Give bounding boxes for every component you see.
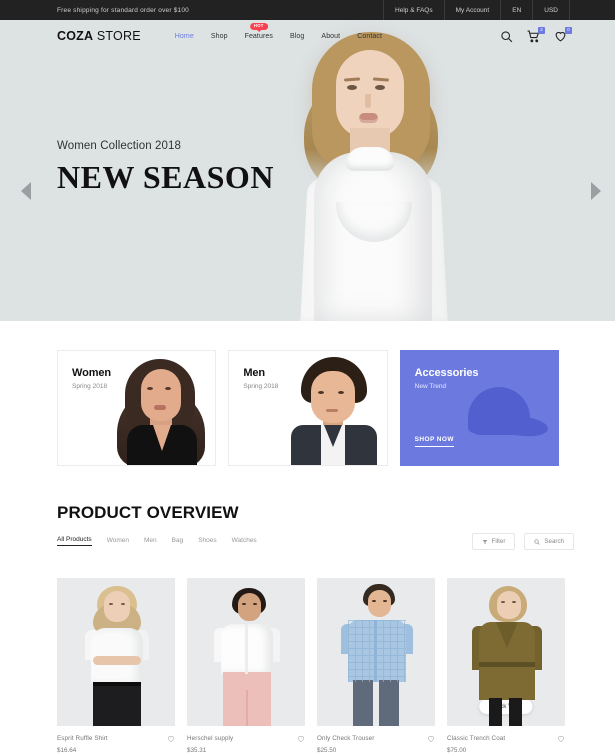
- category-card-men[interactable]: Men Spring 2018: [228, 350, 388, 466]
- product-action-buttons: Filter Search: [471, 533, 574, 550]
- product-name: Esprit Ruffle Shirt: [57, 735, 108, 742]
- product-name: Herschel supply: [187, 735, 234, 742]
- product-price: $16.64: [57, 747, 77, 754]
- filter-button[interactable]: Filter: [471, 533, 516, 550]
- shop-now-link[interactable]: SHOP NOW: [414, 436, 454, 447]
- nav-item-about[interactable]: About: [321, 33, 340, 40]
- quick-view-button[interactable]: Quick View: [479, 699, 533, 714]
- category-men-text: Men Spring 2018: [243, 367, 278, 390]
- product-card[interactable]: Only Check Trouser $25.50: [317, 578, 435, 754]
- product-name: Classic Trench Coat: [447, 735, 506, 742]
- category-card-row: Women Spring 2018 Men Spring 2018 Access…: [57, 350, 559, 466]
- wishlist-count-badge: 0: [565, 26, 572, 34]
- product-model-illustration: [317, 578, 435, 726]
- product-image[interactable]: Quick View: [447, 578, 565, 726]
- product-grid: Esprit Ruffle Shirt $16.64 Herschel supp…: [57, 578, 565, 754]
- product-image[interactable]: [317, 578, 435, 726]
- cart-icon[interactable]: 2: [527, 26, 545, 43]
- category-card-women[interactable]: Women Spring 2018: [57, 350, 217, 466]
- wishlist-heart-icon[interactable]: [297, 735, 305, 743]
- product-image[interactable]: [57, 578, 175, 726]
- topbar-link-help[interactable]: Help & FAQs: [383, 0, 444, 20]
- wishlist-heart-icon[interactable]: [427, 735, 435, 743]
- product-price: $25.50: [317, 747, 337, 754]
- product-info: Herschel supply $35.31: [187, 735, 305, 754]
- category-accessories-name: Accessories: [414, 367, 479, 379]
- filter-tab-shoes[interactable]: Shoes: [198, 537, 216, 546]
- hero-text-block: Women Collection 2018 NEW SEASON: [57, 140, 274, 193]
- main-navigation: Home Shop HOT Features Blog About Contac…: [175, 22, 382, 40]
- wishlist-heart-icon[interactable]: [557, 735, 565, 743]
- category-men-image: [281, 353, 385, 465]
- product-info: Only Check Trouser $25.50: [317, 735, 435, 754]
- filter-button-label: Filter: [491, 538, 506, 545]
- logo-light-text: STORE: [93, 29, 141, 43]
- product-info: Esprit Ruffle Shirt $16.64: [57, 735, 175, 754]
- product-image[interactable]: [187, 578, 305, 726]
- funnel-icon: [482, 539, 488, 545]
- product-card[interactable]: Esprit Ruffle Shirt $16.64: [57, 578, 175, 754]
- product-card[interactable]: Herschel supply $35.31: [187, 578, 305, 754]
- search-icon[interactable]: [500, 30, 513, 43]
- nav-item-contact[interactable]: Contact: [357, 33, 382, 40]
- product-text: Only Check Trouser $25.50: [317, 735, 374, 754]
- search-icon: [534, 538, 541, 545]
- nav-item-features[interactable]: HOT Features: [244, 22, 273, 40]
- category-men-name: Men: [243, 367, 266, 379]
- nav-item-blog[interactable]: Blog: [290, 33, 304, 40]
- product-price: $75.00: [447, 747, 467, 754]
- search-button-label: Search: [544, 538, 564, 545]
- cart-count-badge: 2: [538, 26, 545, 34]
- product-text: Esprit Ruffle Shirt $16.64: [57, 735, 108, 754]
- shipping-notice: Free shipping for standard order over $1…: [57, 6, 189, 14]
- product-info: Classic Trench Coat $75.00: [447, 735, 565, 754]
- product-text: Classic Trench Coat $75.00: [447, 735, 505, 754]
- product-model-illustration: [57, 578, 175, 726]
- category-men-season: Spring 2018: [243, 383, 279, 390]
- category-accessories-subtitle: New Trend: [414, 383, 447, 390]
- site-header: COZA STORE Home Shop HOT Features Blog A…: [0, 20, 615, 52]
- search-button[interactable]: Search: [524, 533, 574, 550]
- category-women-text: Women Spring 2018: [72, 367, 111, 390]
- hero-title: NEW SEASON: [57, 159, 274, 195]
- topbar-link-language[interactable]: EN: [500, 0, 532, 20]
- page-root: Free shipping for standard order over $1…: [0, 0, 615, 756]
- filter-tab-all-products[interactable]: All Products: [57, 536, 92, 546]
- product-name: Only Check Trouser: [317, 735, 375, 742]
- wishlist-heart-icon[interactable]: 0: [554, 26, 572, 43]
- category-women-name: Women: [72, 367, 112, 379]
- filter-tab-men[interactable]: Men: [144, 537, 157, 546]
- hero-model-image: [270, 20, 520, 321]
- top-bar: Free shipping for standard order over $1…: [0, 0, 615, 20]
- hero-subtitle: Women Collection 2018: [57, 140, 181, 152]
- top-bar-links: Help & FAQs My Account EN USD: [383, 0, 615, 20]
- logo-bold-text: COZA: [57, 29, 94, 43]
- site-logo[interactable]: COZA STORE: [0, 29, 141, 43]
- product-filter-tabs: All Products Women Men Bag Shoes Watches: [57, 536, 257, 546]
- topbar-link-currency[interactable]: USD: [532, 0, 570, 20]
- product-model-illustration: [187, 578, 305, 726]
- filter-tab-bag[interactable]: Bag: [172, 537, 184, 546]
- nav-item-features-label: Features: [244, 32, 273, 40]
- filter-tab-women[interactable]: Women: [107, 537, 129, 546]
- header-icon-group: 2 0: [500, 26, 572, 43]
- category-accessories-text: Accessories New Trend: [415, 367, 479, 390]
- category-women-season: Spring 2018: [72, 383, 108, 390]
- page-title: PRODUCT OVERVIEW: [57, 503, 239, 522]
- hero-banner: Women Collection 2018 NEW SEASON: [0, 20, 615, 321]
- product-card[interactable]: Quick View Classic Trench Coat $75.00: [447, 578, 565, 754]
- cap-illustration-icon: [454, 387, 550, 449]
- wishlist-heart-icon[interactable]: [167, 735, 175, 743]
- category-women-image: [109, 353, 213, 465]
- carousel-prev-arrow-icon[interactable]: [21, 182, 31, 200]
- hot-badge: HOT: [249, 22, 268, 32]
- product-price: $35.31: [187, 747, 207, 754]
- product-text: Herschel supply $35.31: [187, 735, 233, 754]
- filter-tab-watches[interactable]: Watches: [232, 537, 257, 546]
- nav-item-shop[interactable]: Shop: [211, 33, 228, 40]
- carousel-next-arrow-icon[interactable]: [591, 182, 601, 200]
- category-card-accessories[interactable]: Accessories New Trend SHOP NOW: [399, 350, 559, 466]
- topbar-link-my-account[interactable]: My Account: [443, 0, 501, 20]
- nav-item-home[interactable]: Home: [175, 33, 194, 40]
